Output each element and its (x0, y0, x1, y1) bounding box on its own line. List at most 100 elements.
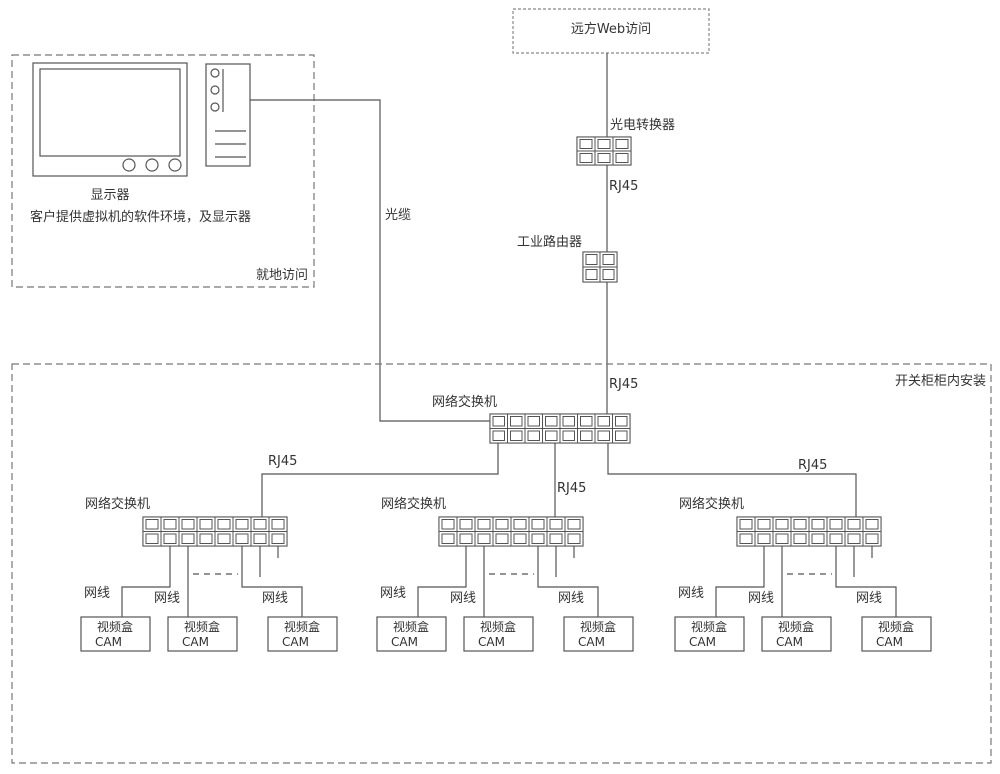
port-socket (775, 519, 789, 530)
rj45-label-core-left: RJ45 (268, 454, 297, 469)
port-socket (811, 533, 825, 544)
port-socket (513, 519, 527, 530)
camera-label-line2: CAM (182, 635, 209, 649)
optical-converter-device (576, 136, 632, 166)
port-socket (545, 416, 558, 427)
network-cable-label: 网线 (558, 591, 584, 606)
port-socket (615, 153, 629, 163)
network-cable-label: 网线 (748, 591, 774, 606)
port-socket (579, 139, 593, 149)
port-socket (459, 533, 473, 544)
port-socket (545, 430, 558, 441)
access-switch-groups: 网络交换机网线视频盒CAM网线视频盒CAM网线视频盒CAM网络交换机网线视频盒C… (80, 496, 932, 652)
port-socket (531, 519, 545, 530)
port-socket (199, 533, 213, 544)
port-socket (549, 533, 563, 544)
port-socket (580, 416, 593, 427)
port-socket (531, 533, 545, 544)
port-socket (527, 430, 540, 441)
video-box-camera: 视频盒CAM (80, 616, 151, 652)
network-cable-line (121, 546, 171, 617)
port-socket (615, 416, 628, 427)
port-socket (492, 430, 505, 441)
network-cable-label: 网线 (856, 591, 882, 606)
port-socket (579, 153, 593, 163)
network-cable-label: 网线 (262, 591, 288, 606)
camera-label-line2: CAM (95, 635, 122, 649)
video-box-camera: 视频盒CAM (861, 616, 932, 652)
remote-web-access-node: 远方Web访问 (512, 8, 710, 54)
rj45-label-core-right: RJ45 (798, 458, 827, 473)
port-socket (739, 533, 753, 544)
port-socket (615, 139, 629, 149)
port-socket (271, 519, 285, 530)
port-socket (495, 519, 509, 530)
access-switch-group: 网络交换机网线视频盒CAM网线视频盒CAM网线视频盒CAM (376, 496, 634, 652)
computer-tower-icon (205, 63, 251, 167)
port-socket (495, 533, 509, 544)
camera-label-line2: CAM (689, 635, 716, 649)
port-socket (811, 519, 825, 530)
camera-label-line1: 视频盒 (580, 619, 616, 634)
port-socket (271, 533, 285, 544)
core-switch-node: 网络交换机 (432, 394, 631, 444)
port-socket (253, 519, 267, 530)
port-socket (253, 533, 267, 544)
port-socket (757, 519, 771, 530)
local-access-region-label: 就地访问 (256, 268, 308, 283)
core-switch-device (489, 413, 631, 444)
port-socket (585, 254, 598, 265)
port-socket (492, 416, 505, 427)
fiber-cable-label: 光缆 (385, 207, 411, 223)
port-socket (510, 430, 523, 441)
video-box-camera: 视频盒CAM (267, 616, 338, 652)
port-socket (513, 533, 527, 544)
network-cable-line (835, 546, 897, 617)
network-cable-label: 网线 (678, 586, 704, 601)
port-socket (217, 519, 231, 530)
port-socket (477, 519, 491, 530)
network-cable-label: 网线 (154, 591, 180, 606)
optical-converter-label: 光电转换器 (610, 118, 675, 133)
port-socket (181, 533, 195, 544)
access-switch-label: 网络交换机 (85, 496, 150, 512)
video-box-camera: 视频盒CAM (563, 616, 634, 652)
rj45-label-core-middle: RJ45 (557, 481, 586, 496)
monitor-icon (32, 62, 188, 177)
port-socket (585, 269, 598, 280)
camera-label-line1: 视频盒 (284, 619, 320, 634)
port-socket (217, 533, 231, 544)
port-socket (567, 519, 581, 530)
rj45-label-router-switch: RJ45 (609, 377, 638, 392)
port-socket (602, 254, 615, 265)
port-socket (181, 519, 195, 530)
camera-label-line1: 视频盒 (184, 619, 220, 634)
port-socket (549, 519, 563, 530)
port-socket (847, 533, 861, 544)
port-socket (597, 416, 610, 427)
optical-converter-node: 光电转换器 (576, 118, 675, 166)
port-socket (865, 533, 879, 544)
network-cable-label: 网线 (84, 586, 110, 601)
port-socket (459, 519, 473, 530)
network-cable-label: 网线 (380, 586, 406, 601)
local-access-region: 显示器 客户提供虚拟机的软件环境，及显示器 就地访问 (11, 54, 315, 288)
camera-label-line2: CAM (876, 635, 903, 649)
access-switch-group: 网络交换机网线视频盒CAM网线视频盒CAM网线视频盒CAM (674, 496, 932, 652)
network-cable-line (715, 546, 765, 617)
access-switch-group: 网络交换机网线视频盒CAM网线视频盒CAM网线视频盒CAM (80, 496, 338, 652)
port-socket (441, 533, 455, 544)
camera-label-line2: CAM (776, 635, 803, 649)
industrial-router-node: 工业路由器 (517, 234, 618, 283)
port-socket (847, 519, 861, 530)
video-box-camera: 视频盒CAM (674, 616, 745, 652)
camera-label-line2: CAM (391, 635, 418, 649)
port-socket (597, 153, 611, 163)
port-socket (793, 519, 807, 530)
port-socket (145, 533, 159, 544)
port-socket (145, 519, 159, 530)
camera-label-line1: 视频盒 (480, 619, 516, 634)
port-socket (597, 430, 610, 441)
port-socket (775, 533, 789, 544)
port-socket (562, 430, 575, 441)
